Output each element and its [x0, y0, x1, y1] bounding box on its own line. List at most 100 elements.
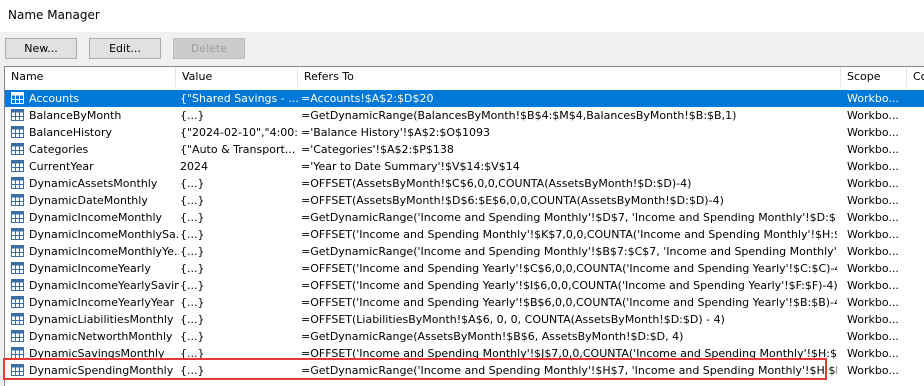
new-button[interactable]: New... — [5, 38, 77, 59]
cell-value: {...} — [180, 262, 205, 275]
cell-value: {...} — [180, 364, 205, 377]
table-row[interactable]: DynamicIncomeYearlySavin... {...} =OFFSET(… — [5, 277, 924, 294]
cell-refers-to: =OFFSET(LiabilitiesByMonth!$A$6, 0, 0, C… — [301, 313, 725, 326]
named-range-icon — [11, 126, 24, 138]
table-row[interactable]: DynamicDateMonthly {...} =OFFSET(AssetsByM… — [5, 192, 924, 209]
cell-scope: Workbo... — [847, 126, 899, 139]
cell-refers-to: ='Year to Date Summary'!$V$14:$V$14 — [301, 160, 520, 173]
cell-scope: Workbo... — [847, 160, 899, 173]
cell-name: DynamicNetworthMonthly — [29, 330, 173, 343]
names-list[interactable]: Name Value Refers To Scope Co Accounts {"… — [4, 66, 924, 386]
cell-refers-to: =OFFSET('Income and Spending Yearly'!$C$… — [301, 262, 837, 275]
cell-scope: Workbo... — [847, 347, 899, 360]
cell-value: {...} — [180, 194, 205, 207]
cell-value: {...} — [180, 347, 205, 360]
named-range-icon — [11, 92, 24, 104]
cell-value: {...} — [180, 330, 205, 343]
cell-scope: Workbo... — [847, 330, 899, 343]
table-row[interactable]: DynamicSavingsMonthly {...} =OFFSET('Incom… — [5, 345, 924, 362]
table-row[interactable]: DynamicNetworthMonthly {...} =GetDynamicRa… — [5, 328, 924, 345]
named-range-icon — [11, 364, 24, 376]
edit-button[interactable]: Edit... — [89, 38, 161, 59]
cell-value: {...} — [180, 228, 205, 241]
named-range-icon — [11, 313, 24, 325]
cell-refers-to: ='Categories'!$A$2:$P$138 — [301, 143, 454, 156]
cell-name: DynamicIncomeYearly — [29, 262, 151, 275]
cell-name: BalanceHistory — [29, 126, 113, 139]
named-range-icon — [11, 245, 24, 257]
named-range-icon — [11, 143, 24, 155]
cell-refers-to: =OFFSET('Income and Spending Yearly'!$B$… — [301, 296, 837, 309]
named-range-icon — [11, 109, 24, 121]
cell-scope: Workbo... — [847, 279, 899, 292]
column-header-name[interactable]: Name — [5, 67, 176, 87]
named-range-icon — [11, 160, 24, 172]
cell-name: Categories — [29, 143, 89, 156]
toolbar: New... Edit... Delete — [0, 32, 924, 65]
table-row[interactable]: BalanceByMonth {...} =GetDynamicRange(Bala… — [5, 107, 924, 124]
named-range-icon — [11, 330, 24, 342]
cell-value: {...} — [180, 296, 205, 309]
list-header: Name Value Refers To Scope Co — [5, 67, 924, 87]
named-range-icon — [11, 279, 24, 291]
table-row[interactable]: DynamicAssetsMonthly {...} =OFFSET(AssetsB… — [5, 175, 924, 192]
named-range-icon — [11, 262, 24, 274]
cell-value: {...} — [180, 177, 205, 190]
cell-scope: Workbo... — [847, 364, 899, 377]
table-row[interactable]: DynamicIncomeMonthlyYe... {...} =GetDynami… — [5, 243, 924, 260]
cell-refers-to: =GetDynamicRange(BalancesByMonth!$B$4:$M… — [301, 109, 737, 122]
cell-refers-to: =OFFSET(AssetsByMonth!$C$6,0,0,COUNTA(As… — [301, 177, 692, 190]
table-row[interactable]: DynamicLiabilitiesMonthly {...} =OFFSET(Li… — [5, 311, 924, 328]
cell-scope: Workbo... — [847, 262, 899, 275]
cell-name: BalanceByMonth — [29, 109, 122, 122]
delete-button[interactable]: Delete — [173, 38, 245, 59]
cell-refers-to: =GetDynamicRange('Income and Spending Mo… — [301, 211, 837, 224]
cell-value: {...} — [180, 313, 205, 326]
table-row[interactable]: BalanceHistory {"2024-02-10","4:00:... ='B… — [5, 124, 924, 141]
table-row[interactable]: DynamicIncomeYearly {...} =OFFSET('Income … — [5, 260, 924, 277]
cell-refers-to: =GetDynamicRange('Income and Spending Mo… — [301, 245, 837, 258]
cell-refers-to: ='Balance History'!$A$2:$O$1093 — [301, 126, 491, 139]
cell-value: 2024 — [180, 160, 208, 173]
cell-name: DynamicIncomeMonthlyYe... — [29, 245, 179, 258]
title-bar: Name Manager — [0, 0, 924, 32]
cell-scope: Workbo... — [847, 177, 899, 190]
column-header-scope[interactable]: Scope — [841, 67, 907, 87]
table-row[interactable]: DynamicSpendingMonthly {...} =GetDynamicRa… — [5, 362, 924, 379]
column-header-refers-to[interactable]: Refers To — [298, 67, 841, 87]
cell-scope: Workbo... — [847, 228, 899, 241]
cell-scope: Workbo... — [847, 92, 899, 105]
window-title: Name Manager — [8, 8, 100, 22]
cell-value: {...} — [180, 211, 205, 224]
cell-scope: Workbo... — [847, 143, 899, 156]
cell-name: Accounts — [29, 92, 80, 105]
named-range-icon — [11, 347, 24, 359]
cell-name: DynamicSavingsMonthly — [29, 347, 165, 360]
cell-refers-to: =OFFSET('Income and Spending Yearly'!$I$… — [301, 279, 837, 292]
column-header-comment[interactable]: Co — [907, 67, 924, 87]
cell-value: {"Auto & Transport... — [180, 143, 296, 156]
column-header-value[interactable]: Value — [176, 67, 298, 87]
cell-refers-to: =GetDynamicRange(AssetsByMonth!$B$6, Ass… — [301, 330, 684, 343]
cell-name: DynamicIncomeYearlyYear — [29, 296, 175, 309]
table-row[interactable]: DynamicIncomeMonthlySa... {...} =OFFSET('I… — [5, 226, 924, 243]
cell-refers-to: =OFFSET(AssetsByMonth!$D$6:$E$6,0,0,COUN… — [301, 194, 724, 207]
cell-name: DynamicIncomeMonthlySa... — [29, 228, 179, 241]
table-row[interactable]: DynamicIncomeMonthly {...} =GetDynamicRang… — [5, 209, 924, 226]
named-range-icon — [11, 177, 24, 189]
cell-refers-to: =OFFSET('Income and Spending Monthly'!$J… — [301, 347, 837, 360]
table-row[interactable]: Categories {"Auto & Transport... ='Categor… — [5, 141, 924, 158]
table-row[interactable]: CurrentYear 2024 ='Year to Date Summary'!$… — [5, 158, 924, 175]
table-row[interactable]: DynamicIncomeYearlyYear {...} =OFFSET('Inc… — [5, 294, 924, 311]
cell-scope: Workbo... — [847, 245, 899, 258]
cell-name: DynamicAssetsMonthly — [29, 177, 158, 190]
cell-value: {"2024-02-10","4:00:... — [180, 126, 298, 139]
cell-name: DynamicSpendingMonthly — [29, 364, 174, 377]
named-range-icon — [11, 228, 24, 240]
cell-scope: Workbo... — [847, 296, 899, 309]
cell-name: DynamicLiabilitiesMonthly — [29, 313, 174, 326]
named-range-icon — [11, 211, 24, 223]
cell-value: {...} — [180, 109, 205, 122]
table-row[interactable]: Accounts {"Shared Savings - ... =Accounts!… — [5, 90, 924, 107]
cell-refers-to: =OFFSET('Income and Spending Monthly'!$K… — [301, 228, 837, 241]
